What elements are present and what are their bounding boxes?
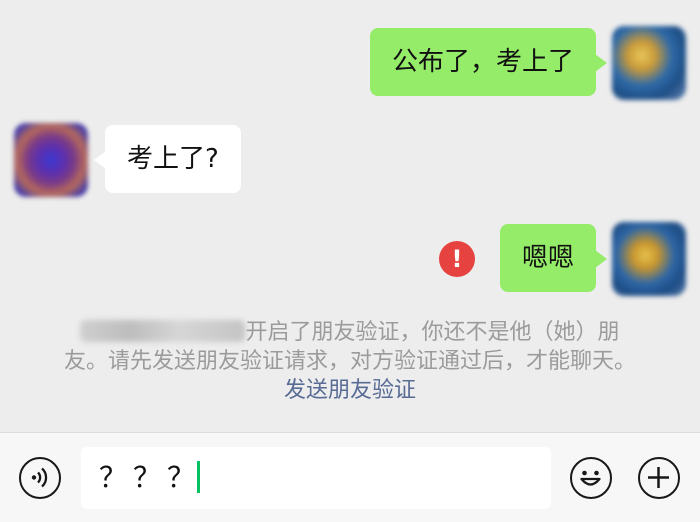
emoji-button[interactable] xyxy=(570,457,612,499)
message-input[interactable]: ？？？ xyxy=(81,447,551,509)
message-bubble-received[interactable]: 考上了? xyxy=(94,125,241,193)
more-button[interactable] xyxy=(638,457,680,499)
plus-icon xyxy=(648,467,669,488)
send-friend-request-link[interactable]: 发送朋友验证 xyxy=(284,378,416,403)
message-bubble-sent[interactable]: 嗯嗯 xyxy=(499,224,608,292)
my-avatar[interactable] xyxy=(612,222,686,296)
input-bar: ？？？ xyxy=(0,432,700,522)
contact-name-redacted xyxy=(80,320,246,342)
message-text: 公布了，考上了 xyxy=(391,47,574,77)
chat-area: 公布了，考上了 考上了? ! 嗯嗯 开启了朋友验证，你还不是他（她）朋友。请先发… xyxy=(0,0,700,432)
my-avatar[interactable] xyxy=(612,26,686,100)
message-bubble-sent[interactable]: 公布了，考上了 xyxy=(369,28,608,96)
text-caret xyxy=(197,461,201,493)
message-input-value: ？？？ xyxy=(99,461,202,494)
send-failed-icon[interactable]: ! xyxy=(439,241,475,277)
voice-icon xyxy=(31,467,48,488)
message-text: 嗯嗯 xyxy=(521,243,574,273)
contact-avatar[interactable] xyxy=(14,123,88,197)
message-text: 考上了? xyxy=(127,144,219,174)
friend-verification-notice: 开启了朋友验证，你还不是他（她）朋友。请先发送朋友验证请求，对方验证通过后，才能… xyxy=(60,318,640,405)
emoji-icon xyxy=(580,470,601,486)
voice-button[interactable] xyxy=(19,457,61,499)
